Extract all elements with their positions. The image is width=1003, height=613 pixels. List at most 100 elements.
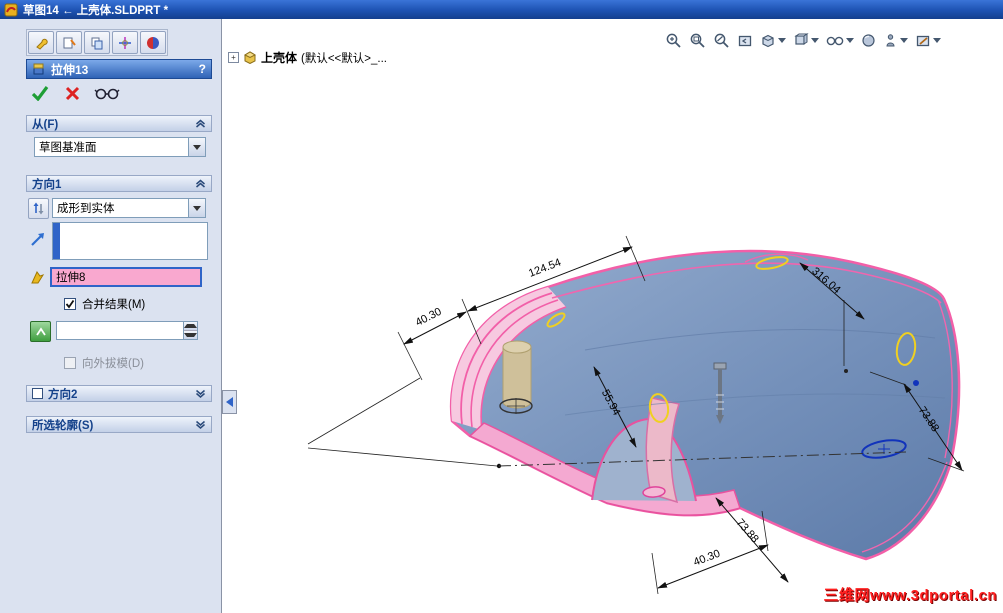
face-selection-value [60, 223, 207, 259]
display-style-button[interactable] [826, 34, 854, 47]
panel-collapse-button[interactable] [222, 390, 237, 414]
section-from-label: 从(F) [32, 118, 59, 131]
solid-body-value: 拉伸8 [56, 272, 86, 284]
wrench-icon [36, 38, 48, 50]
check-icon [31, 86, 49, 101]
configurationmanager-tab[interactable] [84, 31, 110, 54]
expand-chevron-icon [196, 389, 205, 398]
part-configuration[interactable]: (默认<<默认>_... [301, 50, 387, 66]
body-pick-icon [28, 268, 47, 287]
dropdown-arrow-icon[interactable] [778, 38, 786, 43]
direction-arrow-icon [28, 230, 47, 249]
featuremanager-tab[interactable] [28, 31, 54, 54]
scene-edit-icon [916, 35, 930, 46]
draft-icon [35, 326, 46, 335]
appearances-button[interactable] [861, 33, 876, 48]
direction2-checkbox[interactable] [32, 388, 43, 399]
spinner-up-icon[interactable] [184, 322, 197, 330]
cancel-button[interactable] [60, 83, 84, 103]
dimension[interactable]: 40.30 [403, 306, 467, 345]
scene-settings-button[interactable] [915, 33, 941, 49]
section-direction2-label: 方向2 [48, 388, 78, 401]
help-button[interactable]: ? [199, 62, 206, 76]
dropdown-arrow-icon[interactable] [900, 38, 908, 43]
feature-title: 拉伸13 [51, 62, 89, 77]
from-plane-dropdown[interactable]: 草图基准面 [34, 137, 206, 157]
spinner-control[interactable] [183, 322, 197, 339]
view-toolbar [665, 32, 941, 49]
draft-button[interactable] [30, 321, 51, 342]
section-direction1[interactable]: 方向1 [26, 175, 212, 192]
merge-result-checkbox[interactable] [64, 298, 76, 310]
end-condition-dropdown[interactable]: 成形到实体 [52, 198, 206, 218]
ok-button[interactable] [28, 83, 52, 103]
end-condition-value: 成形到实体 [57, 203, 115, 215]
section-selected-contours[interactable]: 所选轮廓(S) [26, 416, 212, 433]
part-icon [243, 51, 257, 64]
tree-expander-icon[interactable]: + [228, 52, 239, 63]
section-direction2[interactable]: 方向2 [26, 385, 212, 402]
preview-glasses-icon [94, 88, 120, 100]
section-direction1-label: 方向1 [32, 178, 62, 191]
dropdown-arrow-icon[interactable] [188, 199, 205, 217]
section-selected-contours-label: 所选轮廓(S) [32, 419, 94, 432]
merge-result-label: 合并结果(M) [82, 299, 146, 311]
view-cube-icon [794, 32, 809, 45]
graphics-viewport[interactable]: 124.54 40.30 316.04 55.94 73.88 73.88 40… [223, 19, 1003, 613]
part-name[interactable]: 上壳体 [261, 49, 297, 66]
cross-icon [65, 86, 79, 100]
selection-highlight-strip [53, 223, 60, 259]
face-selection-listbox[interactable] [52, 222, 208, 260]
dropdown-arrow-icon[interactable] [811, 38, 819, 43]
extrude-feature-icon [33, 63, 44, 75]
zoom-to-selection-button[interactable] [713, 32, 730, 49]
zoom-area-button[interactable] [689, 32, 706, 49]
appearance-sphere-icon [862, 34, 875, 47]
section-view-button[interactable] [760, 33, 786, 49]
show-preview-button[interactable] [92, 83, 122, 103]
mannequin-icon [886, 34, 895, 47]
zoom-area-icon [690, 33, 705, 48]
display-style-glasses-icon [826, 36, 844, 46]
sketch-point[interactable] [844, 369, 848, 373]
displaymanager-tab[interactable] [140, 31, 166, 54]
title-bar: 草图14 ← 上壳体.SLDPRT * [0, 0, 1003, 19]
configurations-icon [91, 37, 103, 49]
dimension[interactable]: 40.30 [657, 544, 769, 589]
app-icon [4, 3, 18, 16]
dropdown-arrow-icon[interactable] [188, 138, 205, 156]
scene-lighting-button[interactable] [883, 33, 908, 48]
dropdown-arrow-icon[interactable] [933, 38, 941, 43]
propertymanager-tab[interactable] [56, 31, 82, 54]
dropdown-arrow-icon[interactable] [846, 38, 854, 43]
solid-body-field[interactable]: 拉伸8 [50, 267, 202, 287]
section-from[interactable]: 从(F) [26, 115, 212, 132]
page-pencil-icon [63, 37, 76, 48]
draft-outward-checkbox [64, 357, 76, 369]
spinner-down-icon[interactable] [184, 330, 197, 339]
view-orientation-button[interactable] [793, 32, 819, 49]
dimension-label[interactable]: 73.88 [734, 517, 761, 546]
boss-cylinder[interactable] [499, 340, 533, 414]
dimension-label[interactable]: 40.30 [692, 548, 722, 569]
reverse-direction-button[interactable] [28, 198, 49, 219]
expand-chevron-icon [196, 420, 205, 429]
zoom-in-icon [666, 33, 681, 48]
sketch-point[interactable] [913, 380, 919, 386]
collapse-chevron-icon [196, 179, 205, 188]
window-title: 草图14 ← 上壳体.SLDPRT * [23, 4, 169, 17]
previous-view-button[interactable] [737, 33, 753, 49]
draft-angle-field[interactable] [56, 321, 198, 340]
draft-outward-label: 向外拔模(D) [82, 358, 144, 370]
crosshair-arrows-icon [119, 36, 131, 49]
model-scene: 124.54 40.30 316.04 55.94 73.88 73.88 40… [307, 235, 965, 595]
section-view-icon [762, 34, 774, 47]
watermark: 三维网www.3dportal.cn [823, 587, 997, 604]
dimxpertmanager-tab[interactable] [112, 31, 138, 54]
merge-result-row: 合并结果(M) [64, 296, 145, 312]
check-icon [65, 299, 75, 309]
zoom-arrow-icon [714, 33, 729, 48]
collapse-arrow-icon [226, 397, 233, 407]
feature-header: 拉伸13 ? [26, 59, 212, 79]
zoom-in-button[interactable] [665, 32, 682, 49]
